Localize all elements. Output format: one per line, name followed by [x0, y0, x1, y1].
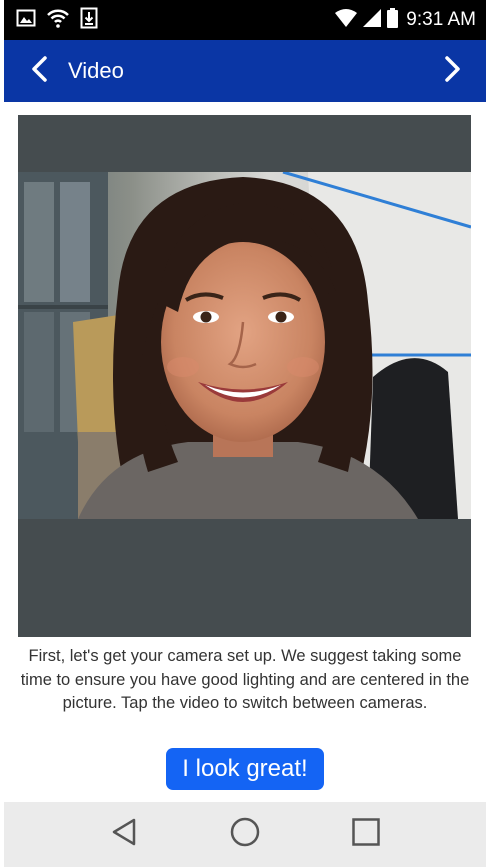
- nav-recents-button[interactable]: [338, 807, 394, 863]
- triangle-back-icon: [110, 817, 138, 852]
- status-right-icons: 9:31 AM: [335, 7, 476, 33]
- wifi-signal-icon: [335, 8, 358, 32]
- image-icon: [16, 8, 36, 33]
- nav-back-button[interactable]: [96, 807, 152, 863]
- camera-feed-image: [18, 172, 471, 519]
- forward-button[interactable]: [428, 40, 478, 102]
- i-look-great-button[interactable]: I look great!: [166, 748, 324, 790]
- chevron-right-icon: [444, 55, 462, 88]
- chevron-left-icon: [30, 55, 48, 88]
- instructions-text: First, let's get your camera set up. We …: [20, 647, 470, 712]
- page-title: Video: [68, 58, 124, 83]
- status-time: 9:31 AM: [406, 9, 476, 30]
- cell-signal-icon: [363, 8, 382, 32]
- system-nav-bar: [4, 802, 486, 867]
- video-preview[interactable]: [18, 115, 471, 637]
- battery-icon: [387, 7, 399, 33]
- status-bar: 9:31 AM: [4, 0, 486, 40]
- back-button[interactable]: [14, 40, 64, 102]
- app-bar: Video: [4, 40, 486, 102]
- status-left-icons: [16, 7, 98, 34]
- wifi-icon: [46, 7, 70, 34]
- circle-home-icon: [229, 816, 261, 853]
- square-recents-icon: [351, 817, 381, 852]
- download-icon: [80, 7, 98, 34]
- nav-home-button[interactable]: [217, 807, 273, 863]
